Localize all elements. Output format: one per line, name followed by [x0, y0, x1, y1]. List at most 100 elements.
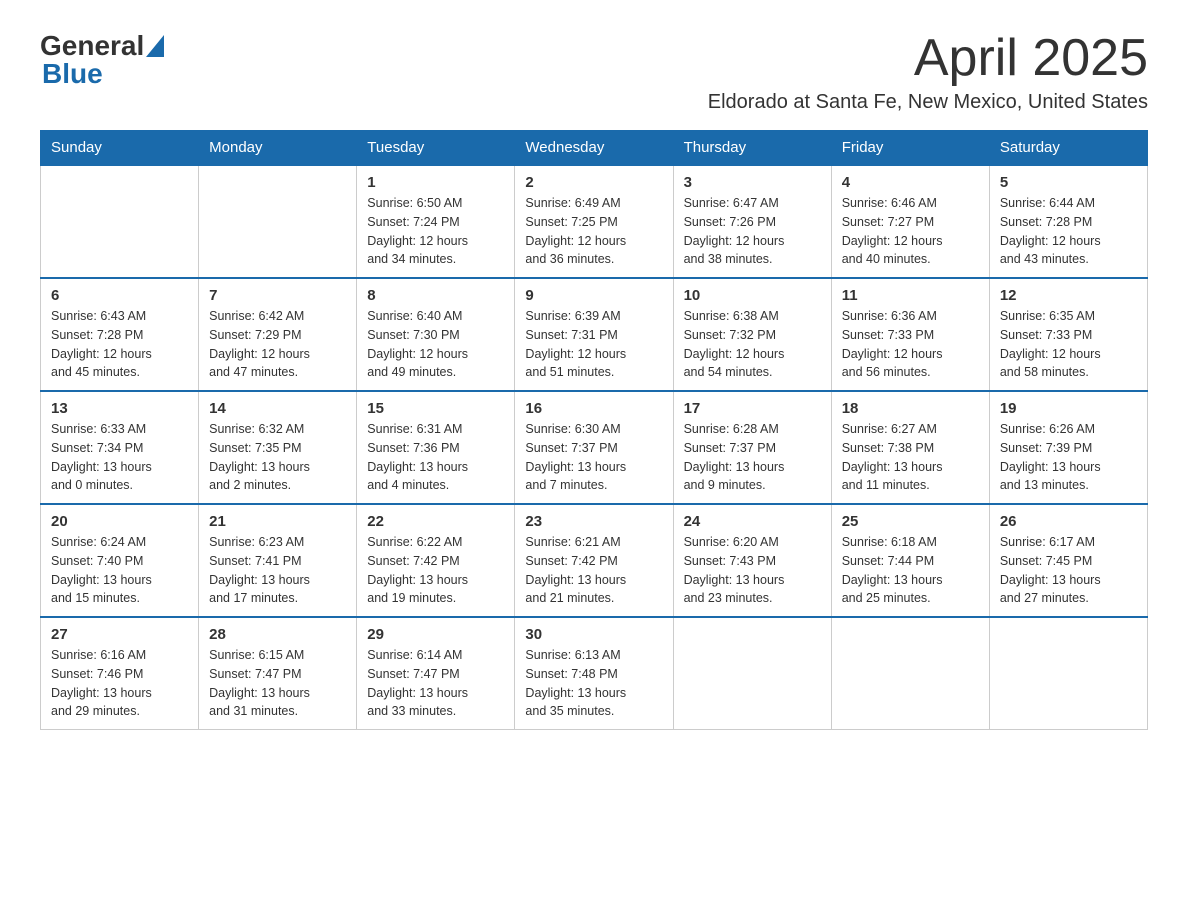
title-section: April 2025 Eldorado at Santa Fe, New Mex…	[708, 30, 1148, 114]
day-number: 15	[367, 400, 504, 417]
calendar-day: 17 Sunrise: 6:28 AMSunset: 7:37 PMDayligh…	[673, 391, 831, 504]
day-info: Sunrise: 6:24 AMSunset: 7:40 PMDaylight:…	[51, 533, 188, 608]
calendar-day: 5 Sunrise: 6:44 AMSunset: 7:28 PMDaylight…	[989, 165, 1147, 278]
calendar-day: 24 Sunrise: 6:20 AMSunset: 7:43 PMDayligh…	[673, 504, 831, 617]
day-number: 1	[367, 174, 504, 191]
day-number: 30	[525, 626, 662, 643]
weekday-header-sunday: Sunday	[41, 131, 199, 166]
day-number: 26	[1000, 513, 1137, 530]
page-header: General Blue April 2025 Eldorado at Sant…	[40, 30, 1148, 114]
calendar-day: 18 Sunrise: 6:27 AMSunset: 7:38 PMDayligh…	[831, 391, 989, 504]
day-number: 13	[51, 400, 188, 417]
calendar-day: 10 Sunrise: 6:38 AMSunset: 7:32 PMDayligh…	[673, 278, 831, 391]
calendar-day: 2Sunrise: 6:49 AMSunset: 7:25 PMDaylight…	[515, 165, 673, 278]
day-number: 5	[1000, 174, 1137, 191]
day-number: 20	[51, 513, 188, 530]
day-number: 6	[51, 287, 188, 304]
day-number: 12	[1000, 287, 1137, 304]
day-number: 3	[684, 174, 821, 191]
day-number: 14	[209, 400, 346, 417]
calendar-day: 22Sunrise: 6:22 AMSunset: 7:42 PMDayligh…	[357, 504, 515, 617]
day-info: Sunrise: 6:39 AMSunset: 7:31 PMDaylight:…	[525, 307, 662, 382]
calendar-day: 21Sunrise: 6:23 AMSunset: 7:41 PMDayligh…	[199, 504, 357, 617]
day-info: Sunrise: 6:18 AMSunset: 7:44 PMDaylight:…	[842, 533, 979, 608]
day-number: 23	[525, 513, 662, 530]
day-info: Sunrise: 6:49 AMSunset: 7:25 PMDaylight:…	[525, 194, 662, 269]
logo-blue-text: Blue	[42, 58, 103, 89]
day-info: Sunrise: 6:21 AMSunset: 7:42 PMDaylight:…	[525, 533, 662, 608]
day-info: Sunrise: 6:44 AMSunset: 7:28 PMDaylight:…	[1000, 194, 1137, 269]
day-info: Sunrise: 6:27 AMSunset: 7:38 PMDaylight:…	[842, 420, 979, 495]
weekday-header-saturday: Saturday	[989, 131, 1147, 166]
calendar-day: 25 Sunrise: 6:18 AMSunset: 7:44 PMDayligh…	[831, 504, 989, 617]
location-title: Eldorado at Santa Fe, New Mexico, United…	[708, 91, 1148, 114]
day-info: Sunrise: 6:22 AMSunset: 7:42 PMDaylight:…	[367, 533, 504, 608]
calendar-week-row: 6 Sunrise: 6:43 AMSunset: 7:28 PMDaylight…	[41, 278, 1148, 391]
weekday-header-tuesday: Tuesday	[357, 131, 515, 166]
day-number: 11	[842, 287, 979, 304]
day-info: Sunrise: 6:47 AMSunset: 7:26 PMDaylight:…	[684, 194, 821, 269]
calendar-day: 7Sunrise: 6:42 AMSunset: 7:29 PMDaylight…	[199, 278, 357, 391]
calendar-day: 11 Sunrise: 6:36 AMSunset: 7:33 PMDayligh…	[831, 278, 989, 391]
calendar-day: 14 Sunrise: 6:32 AMSunset: 7:35 PMDayligh…	[199, 391, 357, 504]
day-number: 25	[842, 513, 979, 530]
day-info: Sunrise: 6:35 AMSunset: 7:33 PMDaylight:…	[1000, 307, 1137, 382]
calendar-day	[673, 617, 831, 730]
day-info: Sunrise: 6:33 AMSunset: 7:34 PMDaylight:…	[51, 420, 188, 495]
day-info: Sunrise: 6:50 AMSunset: 7:24 PMDaylight:…	[367, 194, 504, 269]
day-info: Sunrise: 6:38 AMSunset: 7:32 PMDaylight:…	[684, 307, 821, 382]
day-info: Sunrise: 6:15 AMSunset: 7:47 PMDaylight:…	[209, 646, 346, 721]
calendar-day	[989, 617, 1147, 730]
calendar-week-row: 20 Sunrise: 6:24 AMSunset: 7:40 PMDayligh…	[41, 504, 1148, 617]
month-title: April 2025	[708, 30, 1148, 87]
weekday-header-monday: Monday	[199, 131, 357, 166]
weekday-header-thursday: Thursday	[673, 131, 831, 166]
day-number: 16	[525, 400, 662, 417]
calendar-day: 6 Sunrise: 6:43 AMSunset: 7:28 PMDaylight…	[41, 278, 199, 391]
day-info: Sunrise: 6:36 AMSunset: 7:33 PMDaylight:…	[842, 307, 979, 382]
calendar-day: 23 Sunrise: 6:21 AMSunset: 7:42 PMDayligh…	[515, 504, 673, 617]
day-number: 19	[1000, 400, 1137, 417]
calendar-day: 19 Sunrise: 6:26 AMSunset: 7:39 PMDayligh…	[989, 391, 1147, 504]
day-info: Sunrise: 6:16 AMSunset: 7:46 PMDaylight:…	[51, 646, 188, 721]
calendar-day: 30 Sunrise: 6:13 AMSunset: 7:48 PMDayligh…	[515, 617, 673, 730]
day-number: 28	[209, 626, 346, 643]
calendar-day: 4 Sunrise: 6:46 AMSunset: 7:27 PMDaylight…	[831, 165, 989, 278]
calendar-day	[41, 165, 199, 278]
calendar-day	[831, 617, 989, 730]
calendar-day: 29Sunrise: 6:14 AMSunset: 7:47 PMDayligh…	[357, 617, 515, 730]
calendar-week-row: 27 Sunrise: 6:16 AMSunset: 7:46 PMDayligh…	[41, 617, 1148, 730]
day-number: 10	[684, 287, 821, 304]
day-info: Sunrise: 6:20 AMSunset: 7:43 PMDaylight:…	[684, 533, 821, 608]
calendar-week-row: 13 Sunrise: 6:33 AMSunset: 7:34 PMDayligh…	[41, 391, 1148, 504]
weekday-header-row: SundayMondayTuesdayWednesdayThursdayFrid…	[41, 131, 1148, 166]
calendar-day	[199, 165, 357, 278]
day-number: 17	[684, 400, 821, 417]
day-info: Sunrise: 6:46 AMSunset: 7:27 PMDaylight:…	[842, 194, 979, 269]
day-info: Sunrise: 6:26 AMSunset: 7:39 PMDaylight:…	[1000, 420, 1137, 495]
calendar-day: 1 Sunrise: 6:50 AMSunset: 7:24 PMDaylight…	[357, 165, 515, 278]
day-info: Sunrise: 6:28 AMSunset: 7:37 PMDaylight:…	[684, 420, 821, 495]
weekday-header-friday: Friday	[831, 131, 989, 166]
calendar-day: 9Sunrise: 6:39 AMSunset: 7:31 PMDaylight…	[515, 278, 673, 391]
day-number: 18	[842, 400, 979, 417]
calendar-day: 26Sunrise: 6:17 AMSunset: 7:45 PMDayligh…	[989, 504, 1147, 617]
calendar-day: 28 Sunrise: 6:15 AMSunset: 7:47 PMDayligh…	[199, 617, 357, 730]
day-info: Sunrise: 6:31 AMSunset: 7:36 PMDaylight:…	[367, 420, 504, 495]
day-number: 27	[51, 626, 188, 643]
calendar-day: 20 Sunrise: 6:24 AMSunset: 7:40 PMDayligh…	[41, 504, 199, 617]
calendar-day: 16Sunrise: 6:30 AMSunset: 7:37 PMDayligh…	[515, 391, 673, 504]
day-number: 21	[209, 513, 346, 530]
calendar-day: 12 Sunrise: 6:35 AMSunset: 7:33 PMDayligh…	[989, 278, 1147, 391]
day-number: 24	[684, 513, 821, 530]
day-info: Sunrise: 6:13 AMSunset: 7:48 PMDaylight:…	[525, 646, 662, 721]
day-number: 29	[367, 626, 504, 643]
calendar-day: 13 Sunrise: 6:33 AMSunset: 7:34 PMDayligh…	[41, 391, 199, 504]
day-number: 4	[842, 174, 979, 191]
calendar-day: 3 Sunrise: 6:47 AMSunset: 7:26 PMDaylight…	[673, 165, 831, 278]
calendar-day: 27 Sunrise: 6:16 AMSunset: 7:46 PMDayligh…	[41, 617, 199, 730]
day-info: Sunrise: 6:32 AMSunset: 7:35 PMDaylight:…	[209, 420, 346, 495]
calendar-day: 8Sunrise: 6:40 AMSunset: 7:30 PMDaylight…	[357, 278, 515, 391]
weekday-header-wednesday: Wednesday	[515, 131, 673, 166]
day-info: Sunrise: 6:43 AMSunset: 7:28 PMDaylight:…	[51, 307, 188, 382]
